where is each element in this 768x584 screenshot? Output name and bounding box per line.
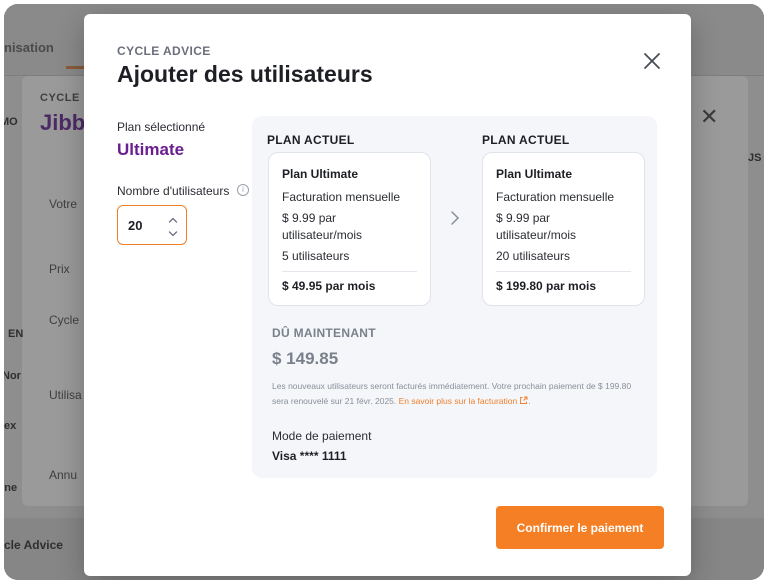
background-row-label: Cycle <box>49 313 80 327</box>
selected-plan-label: Plan sélectionné <box>117 120 206 134</box>
billing-note: Les nouveaux utilisateurs seront facturé… <box>272 379 640 409</box>
billing-info-link-text[interactable]: En savoir plus sur la facturation <box>399 396 518 406</box>
close-icon[interactable] <box>641 50 663 72</box>
background-footer-text: cle Advice <box>4 538 63 552</box>
background-card-eyebrow: CYCLE <box>40 92 80 104</box>
due-now-label: DÛ MAINTENANT <box>272 326 376 340</box>
background-side-text: ex <box>4 420 17 432</box>
background-tab: nisation <box>4 40 54 55</box>
plan-card-users: 20 utilisateurs <box>496 249 571 263</box>
plan-card-billing: Facturation mensuelle <box>282 190 401 204</box>
background-row-label: Utilisa <box>49 388 82 402</box>
background-side-text: EN <box>8 328 24 340</box>
plan-card-divider <box>282 271 417 272</box>
user-count-value[interactable]: 20 <box>128 218 142 233</box>
add-users-modal: CYCLE ADVICE Ajouter des utilisateurs Pl… <box>84 14 691 576</box>
modal-title: Ajouter des utilisateurs <box>117 61 373 87</box>
screen-frame: nisation CYCLE Jibb ✕ MO JS Votre Prix C… <box>4 4 764 580</box>
chevron-down-icon[interactable] <box>166 227 180 239</box>
modal-eyebrow: CYCLE ADVICE <box>117 44 211 58</box>
current-plan-heading: PLAN ACTUEL <box>267 133 355 147</box>
background-edge-label: MO <box>4 116 18 128</box>
confirm-payment-button[interactable]: Confirmer le paiement <box>496 506 664 549</box>
background-row-label: Annu <box>49 468 78 482</box>
chevron-up-icon[interactable] <box>166 213 180 225</box>
due-now-amount: $ 149.85 <box>272 349 339 368</box>
info-icon[interactable]: i <box>237 184 249 196</box>
plan-card-title: Plan Ultimate <box>496 167 573 181</box>
user-count-stepper[interactable]: 20 <box>117 205 187 245</box>
background-tab-underline <box>66 66 84 69</box>
billing-info-link[interactable]: En savoir plus sur la facturation <box>399 396 529 406</box>
plan-selection: Plan sélectionné Ultimate Nombre d'utili… <box>117 120 257 245</box>
plan-card-price-unit: utilisateur/mois <box>282 228 363 242</box>
plan-card-price: $ 9.99 par <box>282 211 337 225</box>
new-plan-heading: PLAN ACTUEL <box>482 133 570 147</box>
plan-card-title: Plan Ultimate <box>282 167 359 181</box>
payment-method-label: Mode de paiement <box>272 429 372 443</box>
plan-card-price: $ 9.99 par <box>496 211 551 225</box>
background-row-label: Votre <box>49 197 78 211</box>
plan-card-users: 5 utilisateurs <box>282 249 350 263</box>
background-edge-label-right: JS <box>748 152 762 164</box>
current-plan-card: Plan Ultimate Facturation mensuelle $ 9.… <box>268 152 431 306</box>
external-link-icon[interactable] <box>519 395 528 404</box>
background-side-text: rne <box>4 482 18 494</box>
plan-card-divider <box>496 271 631 272</box>
billing-note-end: . <box>528 396 531 406</box>
selected-plan-name: Ultimate <box>117 140 185 159</box>
background-close-icon: ✕ <box>700 104 719 129</box>
chevron-right-icon <box>449 210 461 226</box>
background-card-title: Jibb <box>40 110 86 135</box>
background-row-label: Prix <box>49 262 70 276</box>
user-count-label: Nombre d'utilisateurs <box>117 184 230 198</box>
new-plan-card: Plan Ultimate Facturation mensuelle $ 9.… <box>482 152 645 306</box>
plan-card-total: $ 49.95 par mois <box>282 279 376 293</box>
plan-card-billing: Facturation mensuelle <box>496 190 615 204</box>
payment-method-value: Visa **** 1111 <box>272 449 347 463</box>
background-side-text: Nor <box>4 370 21 382</box>
plan-card-total: $ 199.80 par mois <box>496 279 597 293</box>
plan-comparison-panel: PLAN ACTUEL PLAN ACTUEL Plan Ultimate Fa… <box>252 116 657 478</box>
plan-card-price-unit: utilisateur/mois <box>496 228 577 242</box>
